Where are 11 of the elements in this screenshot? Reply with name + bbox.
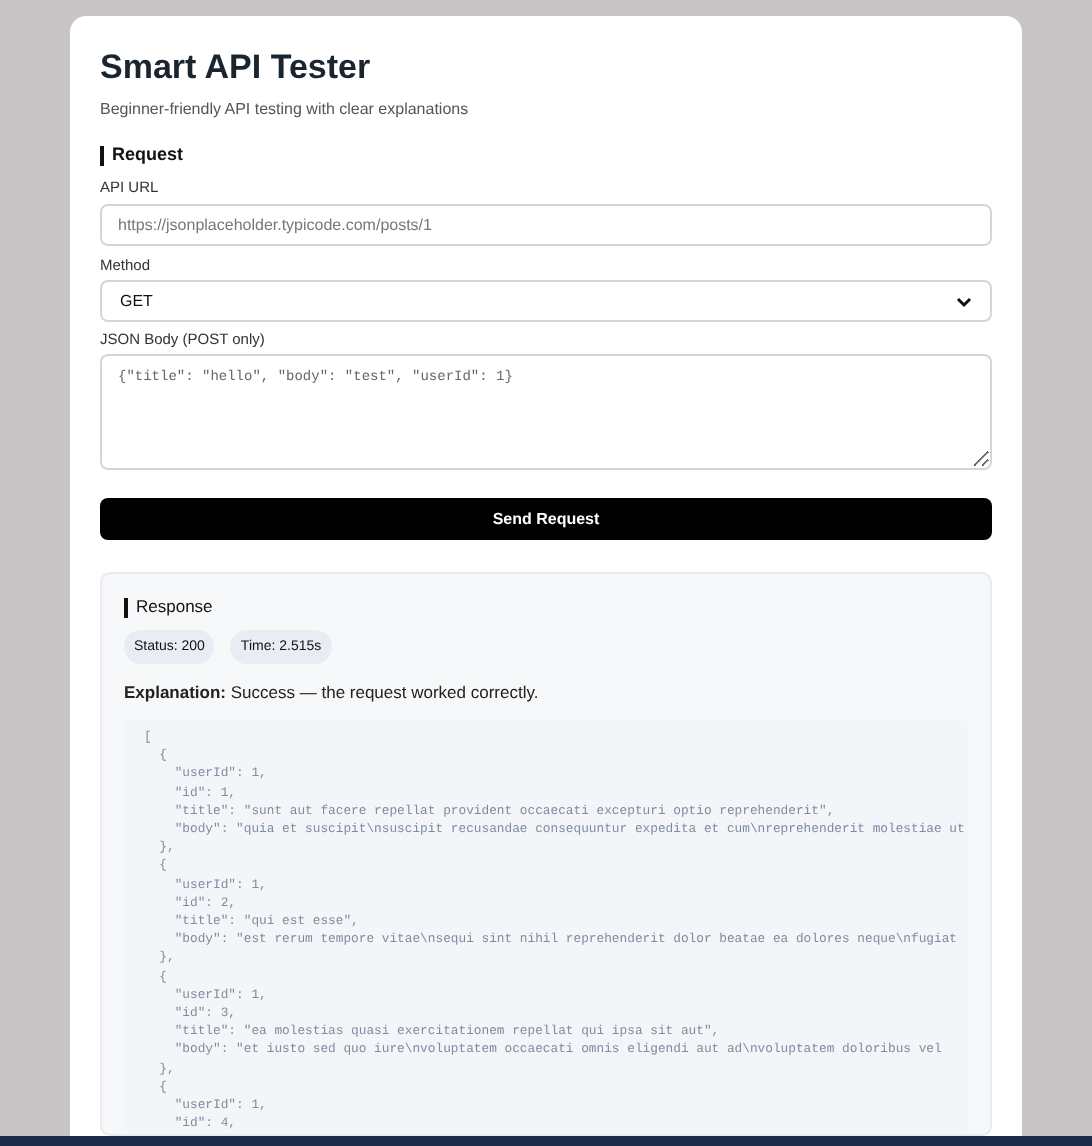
section-heading: Request bbox=[112, 144, 184, 166]
section-heading: Response bbox=[136, 596, 213, 618]
url-field[interactable]: https://jsonplaceholder.typicode.com/posts/1 bbox=[100, 204, 992, 246]
section-marker bbox=[100, 145, 104, 165]
explanation-text: Explanation: Success — the request worked correctly. bbox=[124, 682, 541, 704]
chevron-down-icon bbox=[956, 295, 972, 307]
section-marker bbox=[124, 597, 128, 617]
method-select[interactable]: GET bbox=[100, 280, 992, 322]
send-request-button[interactable]: Send Request bbox=[100, 498, 992, 540]
app-subtitle: Beginner-friendly API testing with clear explanations bbox=[100, 100, 471, 120]
app-title: Smart API Tester bbox=[100, 48, 373, 88]
